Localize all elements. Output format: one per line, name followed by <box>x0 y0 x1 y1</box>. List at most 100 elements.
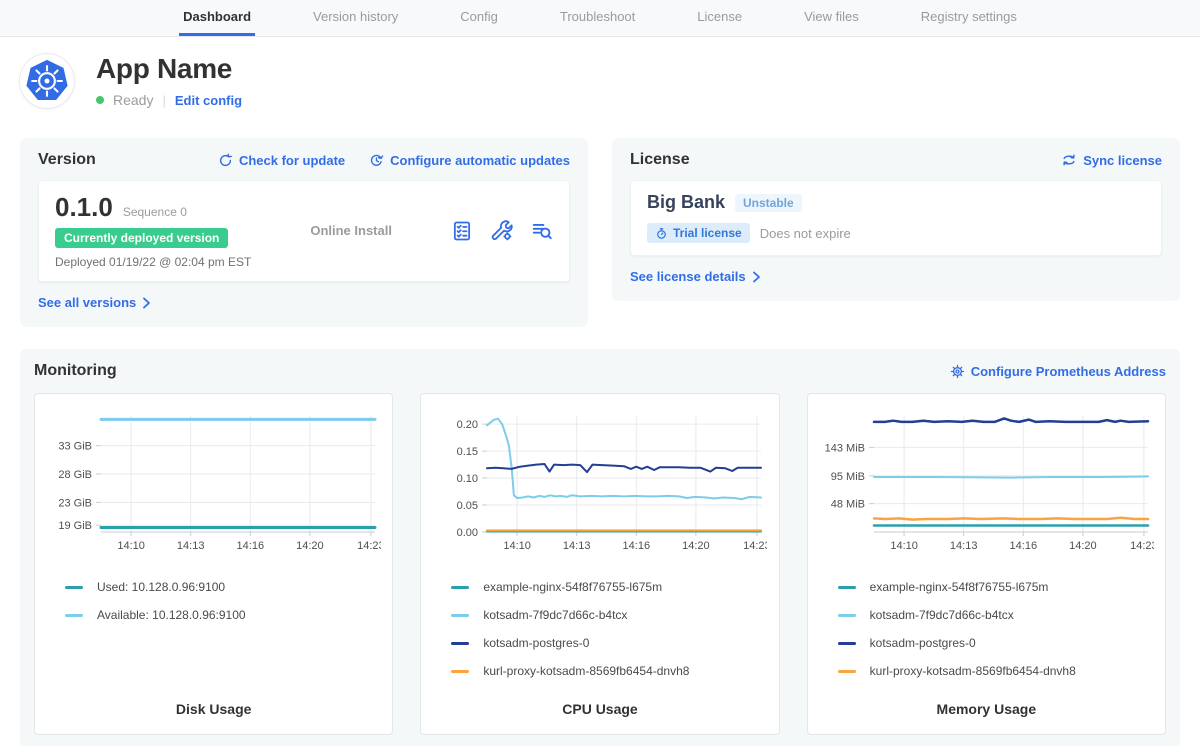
version-info: 0.1.0 Sequence 0 Currently deployed vers… <box>55 192 251 269</box>
deployed-version-badge: Currently deployed version <box>55 228 228 248</box>
svg-text:0.05: 0.05 <box>457 500 478 512</box>
legend-label: kotsadm-postgres-0 <box>870 636 976 650</box>
version-sequence: Sequence 0 <box>123 205 187 219</box>
app-header: App Name Ready | Edit config <box>20 37 1180 108</box>
deployed-timestamp: Deployed 01/19/22 @ 02:04 pm EST <box>55 255 251 269</box>
svg-text:14:20: 14:20 <box>296 540 324 552</box>
tab-view-files[interactable]: View files <box>800 0 863 36</box>
current-version-panel: 0.1.0 Sequence 0 Currently deployed vers… <box>38 180 570 282</box>
see-all-versions-link[interactable]: See all versions <box>38 295 151 310</box>
svg-text:14:20: 14:20 <box>682 540 710 552</box>
legend-item: kotsadm-7f9dc7d66c-b4tcx <box>451 608 764 622</box>
legend-color-dash <box>65 586 83 589</box>
legend-label: kotsadm-7f9dc7d66c-b4tcx <box>870 608 1014 622</box>
svg-text:14:13: 14:13 <box>177 540 205 552</box>
version-card: Version Check for update <box>20 138 588 327</box>
tab-license[interactable]: License <box>693 0 746 36</box>
memory-usage-chart: 14:1014:1314:1614:2014:2348 MiB95 MiB143… <box>822 408 1154 558</box>
license-card: License Sync license Big Bank Unstable <box>612 138 1180 301</box>
svg-text:48 MiB: 48 MiB <box>830 499 864 511</box>
check-for-update-button[interactable]: Check for update <box>218 153 345 168</box>
gear-icon <box>950 364 965 379</box>
cpu-usage-chart-panel: 14:10 14:13 14:16 14:20 14:23 0.00 0.05 0.10 0.1… <box>420 393 779 735</box>
tab-dashboard[interactable]: Dashboard <box>179 0 255 36</box>
chevron-right-icon <box>142 297 151 309</box>
svg-text:14:16: 14:16 <box>237 540 265 552</box>
version-card-title: Version <box>38 151 96 169</box>
disk-usage-chart: 14:10 14:13 14:16 14:20 14:23 19 GiB 23 GiB 28 … <box>49 408 381 558</box>
legend-color-dash <box>451 614 469 617</box>
tab-registry-settings[interactable]: Registry settings <box>917 0 1021 36</box>
edit-config-link[interactable]: Edit config <box>175 93 242 108</box>
legend-color-dash <box>838 642 856 645</box>
license-assignee: Big Bank <box>647 192 725 213</box>
legend-label: kurl-proxy-kotsadm-8569fb6454-dnvh8 <box>870 664 1076 678</box>
chart-title: Memory Usage <box>822 701 1151 719</box>
preflight-checks-icon[interactable] <box>451 220 473 242</box>
svg-text:23 GiB: 23 GiB <box>58 497 92 509</box>
tab-version-history[interactable]: Version history <box>309 0 402 36</box>
svg-text:19 GiB: 19 GiB <box>58 520 92 532</box>
svg-text:14:23: 14:23 <box>1130 540 1154 552</box>
legend-label: Used: 10.128.0.96:9100 <box>97 580 225 594</box>
svg-text:14:23: 14:23 <box>743 540 767 552</box>
configure-automatic-updates-button[interactable]: Configure automatic updates <box>369 153 570 168</box>
divider: | <box>162 93 165 108</box>
legend-item: kotsadm-postgres-0 <box>451 636 764 650</box>
monitoring-card: Monitoring Configure Prometheus Address … <box>20 349 1180 746</box>
configure-prometheus-button[interactable]: Configure Prometheus Address <box>950 364 1166 379</box>
chart-legend: example-nginx-54f8f76755-l675m kotsadm-7f… <box>822 580 1151 678</box>
tab-troubleshoot[interactable]: Troubleshoot <box>556 0 639 36</box>
sync-arrows-icon <box>1061 152 1077 168</box>
memory-usage-chart-panel: 14:1014:1314:1614:2014:2348 MiB95 MiB143… <box>807 393 1166 735</box>
svg-text:28 GiB: 28 GiB <box>58 469 92 481</box>
svg-text:14:23: 14:23 <box>357 540 381 552</box>
legend-item: example-nginx-54f8f76755-l675m <box>838 580 1151 594</box>
channel-badge: Unstable <box>735 194 802 212</box>
app-status: Ready <box>113 92 153 108</box>
legend-label: kotsadm-postgres-0 <box>483 636 589 650</box>
cpu-usage-chart: 14:10 14:13 14:16 14:20 14:23 0.00 0.05 0.10 0.1… <box>435 408 767 558</box>
svg-text:14:20: 14:20 <box>1069 540 1097 552</box>
legend-item: Available: 10.128.0.96:9100 <box>65 608 378 622</box>
license-card-title: License <box>630 151 690 169</box>
legend-color-dash <box>838 586 856 589</box>
svg-text:0.20: 0.20 <box>457 419 478 431</box>
svg-text:0.00: 0.00 <box>457 527 478 539</box>
app-header-text: App Name Ready | Edit config <box>96 53 242 108</box>
version-number: 0.1.0 <box>55 192 113 223</box>
legend-item: kurl-proxy-kotsadm-8569fb6454-dnvh8 <box>451 664 764 678</box>
see-license-details-link[interactable]: See license details <box>630 269 761 284</box>
tab-config[interactable]: Config <box>456 0 502 36</box>
svg-text:14:10: 14:10 <box>117 540 145 552</box>
refresh-icon <box>218 153 233 168</box>
legend-color-dash <box>838 670 856 673</box>
svg-text:0.15: 0.15 <box>457 446 478 458</box>
app-logo <box>20 54 74 108</box>
chart-legend: Used: 10.128.0.96:9100 Available: 10.128.… <box>49 580 378 622</box>
sync-license-button[interactable]: Sync license <box>1061 152 1162 168</box>
chevron-right-icon <box>752 271 761 283</box>
svg-text:14:10: 14:10 <box>504 540 532 552</box>
top-nav: Dashboard Version history Config Trouble… <box>0 0 1200 37</box>
svg-text:14:16: 14:16 <box>623 540 651 552</box>
legend-label: example-nginx-54f8f76755-l675m <box>483 580 662 594</box>
svg-text:0.10: 0.10 <box>457 473 478 485</box>
license-expiry: Does not expire <box>760 226 851 241</box>
install-type-label: Online Install <box>251 223 451 238</box>
svg-text:14:13: 14:13 <box>563 540 591 552</box>
legend-item: kotsadm-postgres-0 <box>838 636 1151 650</box>
legend-label: kotsadm-7f9dc7d66c-b4tcx <box>483 608 627 622</box>
svg-text:14:10: 14:10 <box>890 540 918 552</box>
view-logs-icon[interactable] <box>531 220 553 242</box>
svg-text:14:16: 14:16 <box>1009 540 1037 552</box>
chart-title: CPU Usage <box>435 701 764 719</box>
legend-item: example-nginx-54f8f76755-l675m <box>451 580 764 594</box>
disk-usage-chart-panel: 14:10 14:13 14:16 14:20 14:23 19 GiB 23 GiB 28 … <box>34 393 393 735</box>
legend-color-dash <box>451 642 469 645</box>
legend-item: kotsadm-7f9dc7d66c-b4tcx <box>838 608 1151 622</box>
legend-label: example-nginx-54f8f76755-l675m <box>870 580 1049 594</box>
chart-legend: example-nginx-54f8f76755-l675m kotsadm-7f… <box>435 580 764 678</box>
config-wrench-icon[interactable] <box>491 220 513 242</box>
legend-label: Available: 10.128.0.96:9100 <box>97 608 246 622</box>
